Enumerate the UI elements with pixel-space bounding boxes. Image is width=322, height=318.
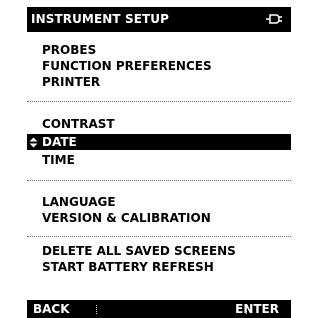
soft-key-bar: BACK ENTER [27,300,291,318]
menu-item-printer[interactable]: PRINTER [42,74,100,90]
instrument-setup-screen: INSTRUMENT SETUP PROBES FUNCTION PREFERE… [0,0,322,318]
menu-item-delete-all-saved-screens[interactable]: DELETE ALL SAVED SCREENS [42,243,236,259]
menu-item-date-selected[interactable]: DATE [27,134,291,150]
enter-soft-key[interactable]: ENTER [235,300,279,318]
menu-item-contrast[interactable]: CONTRAST [42,116,115,132]
back-soft-key[interactable]: BACK [33,300,70,318]
menu-divider [27,236,291,237]
up-down-arrow-icon [29,137,38,148]
setup-menu: PROBES FUNCTION PREFERENCES PRINTER CONT… [27,32,291,300]
menu-item-time[interactable]: TIME [42,152,75,168]
menu-item-date: DATE [42,135,77,149]
menu-divider [27,180,291,181]
menu-item-probes[interactable]: PROBES [42,42,96,58]
soft-key-separator [96,305,98,314]
screen-title: INSTRUMENT SETUP [31,12,170,26]
menu-item-function-preferences[interactable]: FUNCTION PREFERENCES [42,58,212,74]
menu-item-language[interactable]: LANGUAGE [42,194,116,210]
power-plug-icon [266,14,282,24]
menu-item-version-calibration[interactable]: VERSION & CALIBRATION [42,210,211,226]
title-bar: INSTRUMENT SETUP [27,7,291,32]
menu-divider [27,101,291,102]
menu-item-start-battery-refresh[interactable]: START BATTERY REFRESH [42,259,214,275]
